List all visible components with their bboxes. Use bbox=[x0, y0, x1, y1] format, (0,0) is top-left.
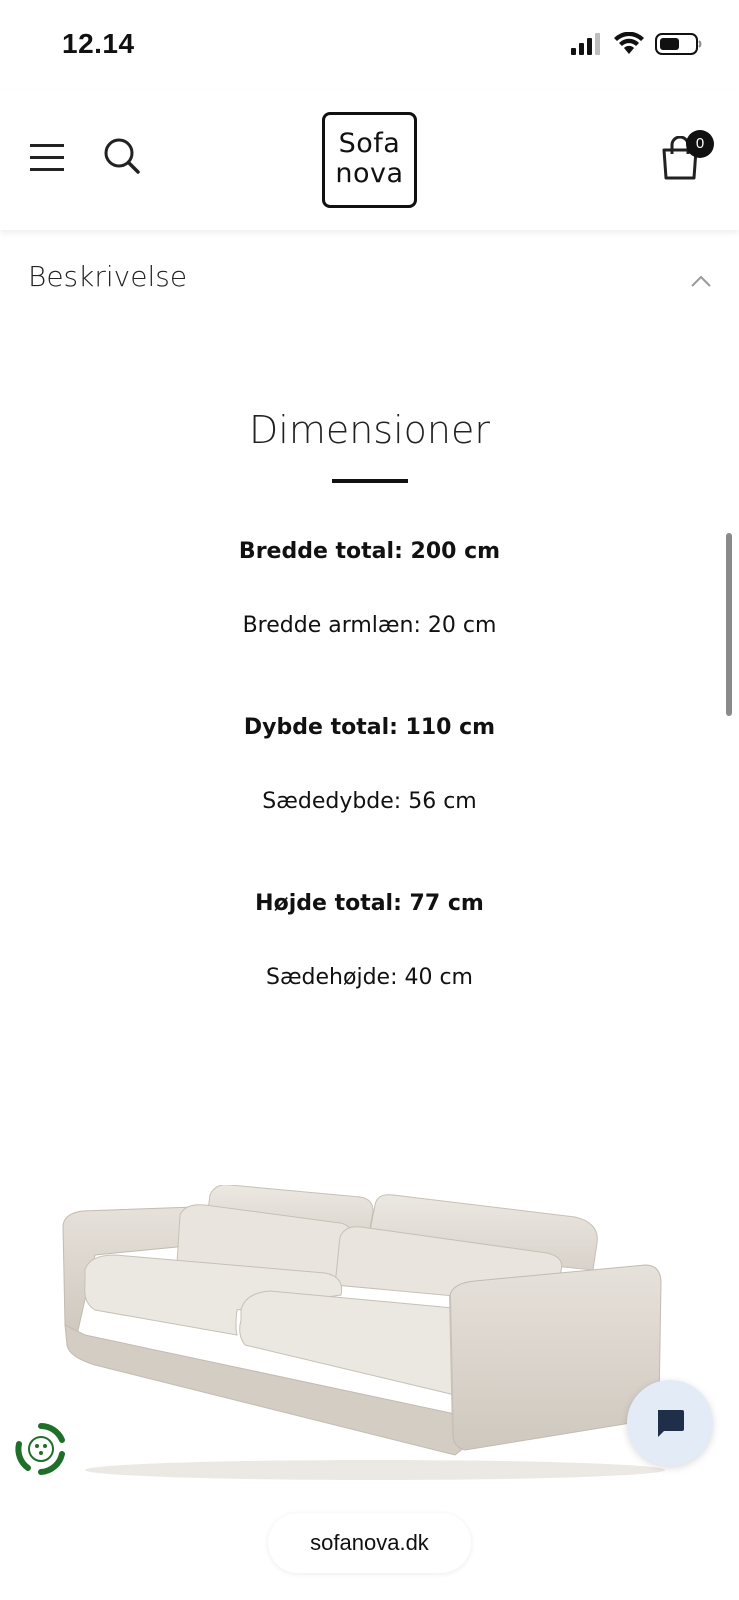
status-bar: 12.14 bbox=[0, 0, 739, 90]
eco-badge-icon bbox=[15, 1423, 65, 1475]
sofanova-logo[interactable]: Sofa nova bbox=[322, 112, 417, 208]
dimension-width-total: Bredde total: 200 cm bbox=[238, 539, 501, 564]
logo-text-top: Sofa bbox=[338, 128, 401, 159]
chat-button[interactable] bbox=[627, 1380, 713, 1466]
chat-bubble-icon bbox=[658, 1410, 684, 1437]
search-icon bbox=[104, 138, 140, 174]
description-accordion-title[interactable]: Beskrivelse bbox=[28, 260, 187, 293]
sofa-product-image bbox=[55, 1184, 695, 1485]
menu-button[interactable] bbox=[28, 140, 68, 176]
browser-url-pill[interactable]: sofanova.dk bbox=[268, 1513, 471, 1573]
dimension-height-total: Højde total: 77 cm bbox=[255, 891, 484, 916]
accordion-toggle[interactable] bbox=[690, 273, 712, 287]
logo-text-bottom: nova bbox=[335, 158, 404, 189]
chevron-up-icon bbox=[691, 275, 711, 287]
hamburger-menu-icon bbox=[30, 144, 64, 171]
sofa-image bbox=[62, 1184, 665, 1480]
status-icons bbox=[569, 32, 703, 56]
eco-badge[interactable] bbox=[14, 1422, 68, 1476]
battery-icon bbox=[655, 33, 702, 55]
dimension-seat-height: Sædehøjde: 40 cm bbox=[265, 965, 473, 990]
search-button[interactable] bbox=[102, 136, 142, 176]
dimension-seat-depth: Sædedybde: 56 cm bbox=[262, 789, 477, 814]
dimension-depth-total: Dybde total: 110 cm bbox=[243, 715, 496, 740]
status-time: 12.14 bbox=[62, 28, 135, 59]
dimension-armrest-width: Bredde armlæn: 20 cm bbox=[242, 613, 497, 638]
dimensions-heading: Dimensioner bbox=[249, 408, 490, 452]
page-scrollbar[interactable] bbox=[726, 533, 732, 716]
site-header: Sofa nova 0 bbox=[0, 90, 739, 230]
wifi-icon bbox=[614, 32, 644, 54]
cellular-signal-icon bbox=[571, 33, 600, 55]
cart-button[interactable]: 0 bbox=[660, 130, 714, 182]
heading-divider bbox=[332, 479, 408, 483]
cart-count-badge: 0 bbox=[686, 130, 714, 158]
